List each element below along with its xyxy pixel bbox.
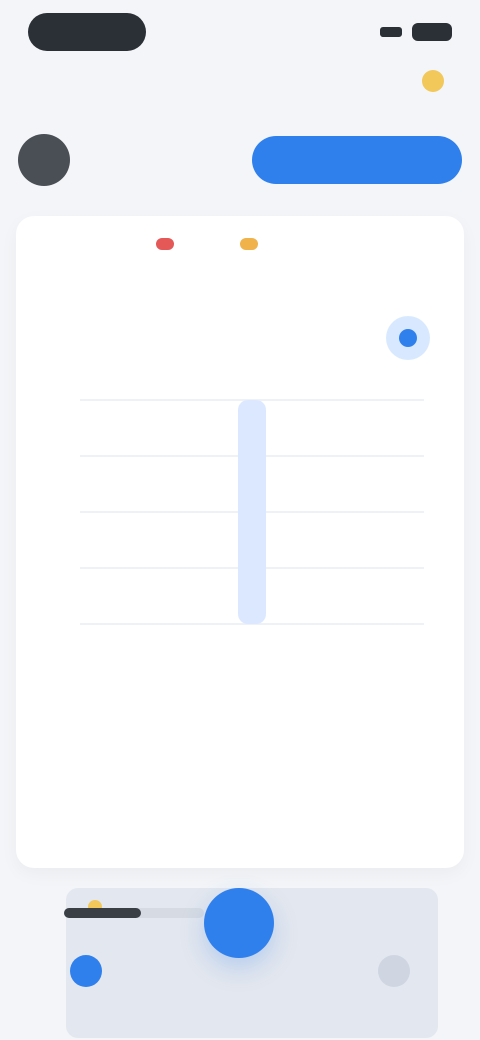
coin-icon [422, 70, 444, 92]
bottom-nav [0, 910, 480, 1040]
top-bar [0, 62, 480, 108]
legend-item[interactable] [156, 238, 184, 250]
legend-item[interactable] [240, 238, 268, 250]
legend [16, 238, 464, 250]
legend-swatch [156, 238, 174, 250]
chart-bar [238, 400, 266, 624]
info-icon[interactable] [386, 316, 430, 360]
signal-icon [380, 27, 402, 37]
bars [238, 400, 266, 624]
main-card [16, 216, 464, 1038]
info-dot [399, 329, 417, 347]
dynamic-island [28, 13, 146, 51]
system-icons [380, 23, 452, 41]
profile-icon [378, 955, 410, 987]
user-area[interactable] [18, 134, 80, 186]
nav-home[interactable] [70, 955, 102, 995]
battery-icon [412, 23, 452, 41]
status-bar [0, 0, 480, 64]
nav-profile[interactable] [378, 955, 410, 995]
legend-swatch [240, 238, 258, 250]
top-right [422, 70, 456, 92]
header-row [0, 120, 480, 200]
chart [80, 399, 424, 625]
home-icon [70, 955, 102, 987]
primary-button[interactable] [252, 136, 462, 184]
avatar[interactable] [18, 134, 70, 186]
